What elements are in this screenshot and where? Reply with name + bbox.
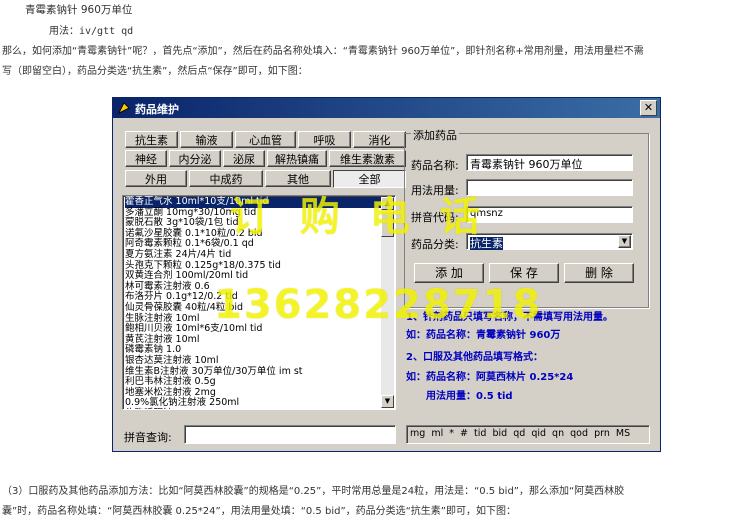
scroll-down-arrow-icon[interactable]: ▼ xyxy=(381,395,394,408)
hint-injection-example: 如：药品名称：青霉素钠针 960万 xyxy=(406,330,561,341)
medicine-list-items: 藿香正气水 10ml*10支/10ml tid 多潘立酮 10mg*30/10mg… xyxy=(125,196,393,409)
medicine-list[interactable]: 藿香正气水 10ml*10支/10ml tid 多潘立酮 10mg*30/10mg… xyxy=(122,195,396,410)
scroll-thumb[interactable] xyxy=(381,211,394,237)
doc-line-4: 写（即留空白），药品分类选“抗生素”，然后点“保存”即可，如下图： xyxy=(2,66,308,77)
category-button-chinese-medicine[interactable]: 中成药 xyxy=(189,170,263,187)
delete-button[interactable]: 删 除 xyxy=(564,263,634,283)
scroll-up-arrow-icon[interactable]: ▲ xyxy=(381,197,394,210)
usage-label: 用法用量: xyxy=(411,184,459,197)
usage-value xyxy=(467,180,632,184)
save-button[interactable]: 保 存 xyxy=(489,263,559,283)
pinyin-search-value xyxy=(185,426,395,430)
pinyin-code-value: qmsnz xyxy=(470,208,503,219)
close-button[interactable]: ✕ xyxy=(640,100,657,116)
category-select-value: 抗生素 xyxy=(470,237,503,250)
category-label: 药品分类: xyxy=(411,238,459,251)
doc-line-2: 用法：iv/gtt qd xyxy=(49,26,134,37)
pinyin-search-input[interactable] xyxy=(184,425,396,444)
list-item[interactable]: 藿香正气水 10ml*10支/10ml tid xyxy=(125,196,393,208)
category-button-vitamin-hormone[interactable]: 维生素激素 xyxy=(329,150,406,167)
medicine-name-label: 药品名称: xyxy=(411,159,459,172)
title-bar[interactable]: 药品维护 ✕ xyxy=(113,98,660,118)
pinyin-search-label: 拼音查询: xyxy=(124,431,172,444)
category-button-endocrine[interactable]: 内分泌 xyxy=(169,150,221,167)
doc-line-3: 那么，如何添加“青霉素钠针”呢？，首先点“添加”，然后在药品名称处填入：“青霉素… xyxy=(2,46,644,57)
category-button-urology[interactable]: 泌尿 xyxy=(223,150,265,167)
drug-maintenance-window: 药品维护 ✕ 抗生素 输液 心血管 呼吸 消化 神经 内分泌 泌尿 解热镇痛 维… xyxy=(112,97,661,452)
doc-line-1: 青霉素钠针 960万单位 xyxy=(25,4,133,16)
category-button-all[interactable]: 全部 xyxy=(333,170,406,188)
category-button-respiratory[interactable]: 呼吸 xyxy=(298,131,351,148)
category-button-neurology[interactable]: 神经 xyxy=(125,150,167,167)
medicine-name-value: 青霉素钠针 960万单位 xyxy=(470,158,583,171)
usage-input[interactable] xyxy=(466,179,633,196)
hint-oral-rule: 2、口服及其他药品填写格式： xyxy=(406,352,543,363)
pinyin-code-input[interactable]: qmsnz xyxy=(466,206,633,223)
medicine-name-input[interactable]: 青霉素钠针 960万单位 xyxy=(466,154,633,171)
category-button-cardiovascular[interactable]: 心血管 xyxy=(235,131,296,148)
add-medicine-group-title: 添加药品 xyxy=(411,127,459,143)
list-scrollbar[interactable]: ▲ ▼ xyxy=(381,197,394,408)
doc-line-5: （3）口服药及其他药品添加方法：比如“阿莫西林胶囊”的规格是“0.25”，平时常… xyxy=(2,486,625,497)
category-button-antibiotics[interactable]: 抗生素 xyxy=(125,131,178,148)
category-button-infusion[interactable]: 输液 xyxy=(180,131,233,148)
list-item[interactable]: 头孢哌酮针 3.0 xyxy=(125,408,393,409)
category-button-digestive[interactable]: 消化 xyxy=(353,131,406,148)
abbreviation-bar: mg ml * # tid bid qd qid qn qod prn MS xyxy=(406,425,650,444)
category-select[interactable]: 抗生素 ▼ xyxy=(466,233,633,250)
hint-oral-example-usage: 用法用量：0.5 tid xyxy=(426,391,513,402)
category-button-other[interactable]: 其他 xyxy=(265,170,331,187)
list-item[interactable]: 银杏达莫注射液 10ml xyxy=(125,355,393,367)
app-icon xyxy=(118,102,130,114)
chevron-down-icon[interactable]: ▼ xyxy=(618,235,631,248)
add-button[interactable]: 添 加 xyxy=(414,263,484,283)
pinyin-code-label: 拼音代码: xyxy=(411,211,459,224)
window-title: 药品维护 xyxy=(135,103,179,116)
hint-injection-rule: 1、针剂药品只填写名称，不需填写用法用量。 xyxy=(406,312,613,323)
category-button-analgesic[interactable]: 解热镇痛 xyxy=(267,150,327,167)
hint-oral-example-name: 如：药品名称：阿莫西林片 0.25*24 xyxy=(406,372,574,383)
list-item[interactable]: 夏方氨注素 24片/4片 tid xyxy=(125,249,393,261)
category-button-external[interactable]: 外用 xyxy=(125,170,187,187)
list-item[interactable]: 仙灵骨葆胶囊 40粒/4粒 bid xyxy=(125,302,393,314)
abbreviation-text: mg ml * # tid bid qd qid qn qod prn MS xyxy=(410,428,631,439)
doc-line-6: 囊”时，药品名称处填：“阿莫西林胶囊 0.25*24”，用法用量处填：“0.5 … xyxy=(2,506,516,517)
